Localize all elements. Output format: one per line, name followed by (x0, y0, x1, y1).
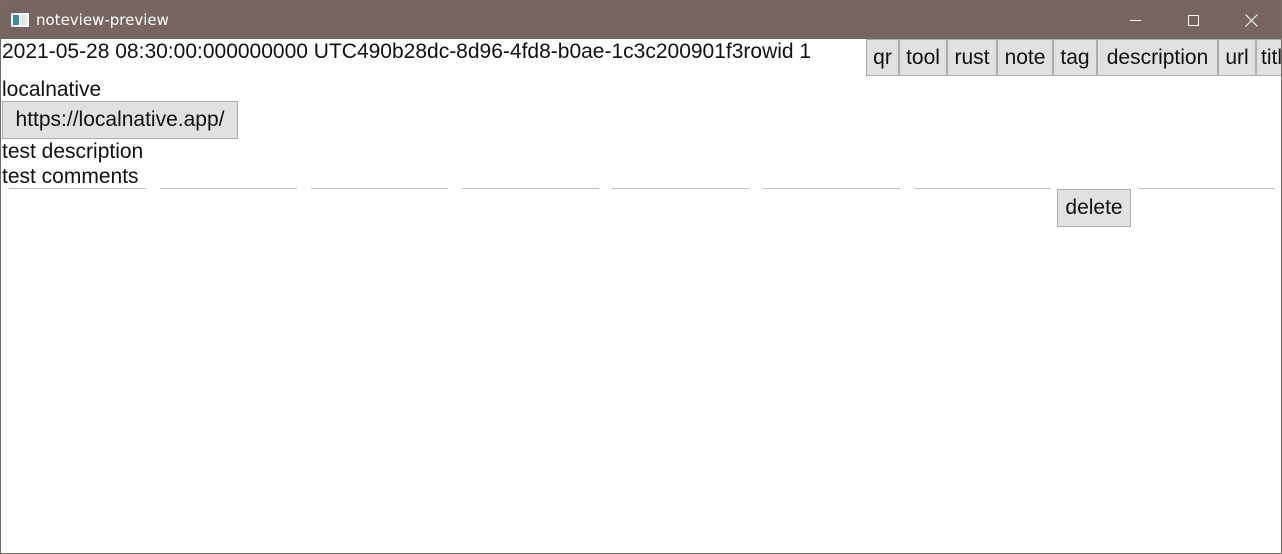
divider-line (311, 188, 448, 189)
tag-button-qr[interactable]: qr (866, 39, 899, 76)
divider-line (612, 188, 749, 189)
tag-button-rust[interactable]: rust (947, 39, 997, 76)
divider-line (914, 188, 1051, 189)
note-site-name: localnative (2, 78, 102, 101)
note-view: 2021-05-28 08:30:00:000000000 UTC490b28d… (1, 39, 1281, 553)
divider-line (160, 188, 297, 189)
url-link-button[interactable]: https://localnative.app/ (2, 101, 238, 139)
maximize-icon (1187, 14, 1199, 26)
divider-line (9, 188, 146, 189)
tag-button-tag[interactable]: tag (1053, 39, 1097, 76)
window-title: noteview-preview (36, 11, 169, 29)
note-meta: 2021-05-28 08:30:00:000000000 UTC490b28d… (2, 40, 812, 63)
app-icon (11, 13, 29, 27)
divider-line (763, 188, 900, 189)
delete-button[interactable]: delete (1057, 189, 1131, 227)
note-comments: test comments (2, 165, 139, 188)
tag-button-description[interactable]: description (1097, 39, 1218, 76)
minimize-icon (1129, 19, 1141, 21)
maximize-button[interactable] (1164, 1, 1222, 39)
title-bar[interactable]: noteview-preview (1, 1, 1281, 39)
minimize-button[interactable] (1106, 1, 1164, 39)
divider-line (1138, 188, 1275, 189)
close-button[interactable] (1222, 1, 1280, 39)
app-window: noteview-preview 2021-05-28 08:30:00:000… (0, 0, 1282, 554)
close-icon (1245, 14, 1258, 27)
tag-button-note[interactable]: note (997, 39, 1053, 76)
tag-button-url[interactable]: url (1218, 39, 1256, 76)
tag-button-title[interactable]: title (1256, 39, 1281, 76)
note-description: test description (2, 140, 144, 163)
divider-line (462, 188, 599, 189)
tag-button-tool[interactable]: tool (899, 39, 947, 76)
